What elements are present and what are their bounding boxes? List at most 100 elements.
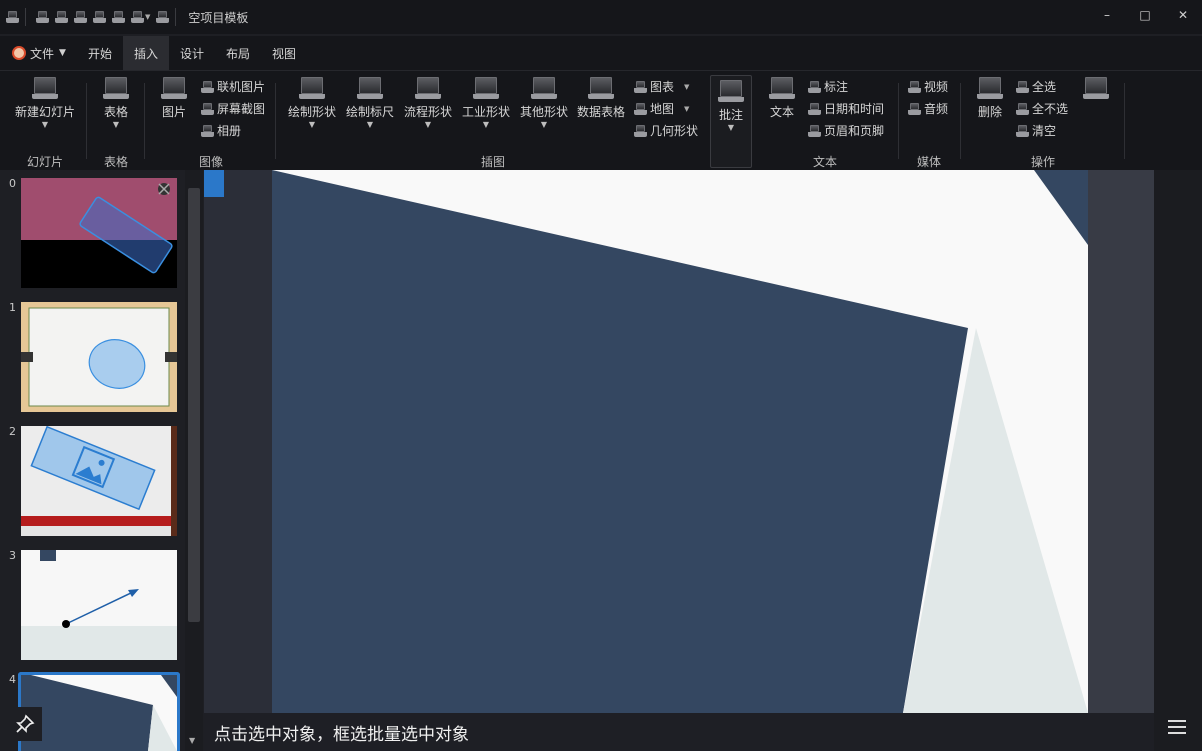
delete-icon	[977, 77, 1003, 99]
select-none-button[interactable]: 全不选	[1016, 100, 1068, 117]
select-none-label: 全不选	[1032, 102, 1069, 116]
slide-thumbnail-3[interactable]	[21, 550, 177, 660]
online-picture-icon	[201, 80, 214, 93]
online-picture-button[interactable]: 联机图片	[201, 78, 265, 95]
slide-editor[interactable]	[204, 170, 1154, 713]
slide-canvas[interactable]	[204, 170, 1154, 713]
quick-access-icon[interactable]	[131, 11, 144, 23]
draw-shape-label: 绘制形状	[287, 105, 336, 119]
chevron-down-icon: ▼	[112, 120, 120, 129]
flow-shape-button[interactable]: 流程形状 ▼	[402, 77, 454, 129]
file-menu-label: 文件	[30, 46, 55, 61]
draw-ruler-icon	[357, 77, 383, 99]
video-label: 视频	[924, 80, 949, 94]
new-slide-button[interactable]: 新建幻灯片 ▼	[12, 77, 78, 129]
picture-icon	[161, 77, 187, 99]
map-icon	[634, 102, 647, 115]
divider	[960, 83, 961, 159]
text-icon	[769, 77, 795, 99]
slide-number: 0	[9, 177, 16, 190]
slide-thumbnail-2[interactable]	[21, 426, 177, 536]
data-table-label: 数据表格	[576, 105, 625, 119]
album-button[interactable]: 相册	[201, 122, 241, 139]
slide-thumbnail-panel: 0 1 2 3 4 ▼	[0, 170, 204, 751]
hint-text: 点击选中对象，框选批量选中对象	[214, 724, 469, 745]
geometry-button[interactable]: 几何形状	[634, 122, 698, 139]
table-button[interactable]: 表格 ▼	[96, 77, 136, 129]
slide-number: 4	[9, 673, 16, 686]
map-button[interactable]: 地图 ▼	[634, 100, 689, 117]
slide-preview	[21, 302, 177, 412]
chevron-down-icon: ▼	[684, 104, 690, 113]
table-label: 表格	[103, 105, 128, 119]
slides-scrollbar[interactable]: ▼	[185, 170, 203, 751]
select-all-button[interactable]: 全选	[1016, 78, 1056, 95]
chevron-down-icon[interactable]: ▼	[145, 13, 150, 21]
close-button[interactable]: ✕	[1164, 0, 1202, 30]
hamburger-icon	[1168, 720, 1186, 734]
draw-ruler-button[interactable]: 绘制标尺 ▼	[344, 77, 396, 129]
delete-label: 删除	[977, 105, 1002, 119]
hamburger-menu-button[interactable]	[1160, 710, 1194, 744]
pin-icon	[16, 714, 35, 733]
data-table-button[interactable]: 数据表格	[575, 77, 627, 120]
tab-layout[interactable]: 布局	[215, 36, 261, 70]
divider	[25, 8, 26, 26]
divider	[275, 83, 276, 159]
select-all-label: 全选	[1032, 80, 1057, 94]
divider	[1124, 83, 1125, 159]
online-picture-label: 联机图片	[217, 80, 266, 94]
annotation-button[interactable]: 批注 ▼	[711, 80, 751, 132]
pin-button[interactable]	[8, 707, 42, 741]
picture-button[interactable]: 图片	[154, 77, 194, 120]
slide-thumbnail-1[interactable]	[21, 302, 177, 412]
screenshot-button[interactable]: 屏幕截图	[201, 100, 265, 117]
quick-access-icon[interactable]	[55, 11, 68, 23]
group-label-table: 表格	[103, 155, 128, 169]
table-icon	[103, 77, 129, 99]
quick-access-icon[interactable]	[112, 11, 125, 23]
scrollbar-thumb[interactable]	[188, 188, 200, 622]
clear-label: 清空	[1032, 124, 1057, 138]
audio-icon	[908, 102, 921, 115]
chart-label: 图表	[650, 80, 675, 94]
tab-view[interactable]: 视图	[261, 36, 307, 70]
tab-home[interactable]: 开始	[77, 36, 123, 70]
maximize-button[interactable]: □	[1126, 0, 1164, 30]
delete-button[interactable]: 删除	[974, 77, 1006, 120]
divider	[898, 83, 899, 159]
tab-insert[interactable]: 插入	[122, 36, 169, 70]
chart-button[interactable]: 图表 ▼	[634, 78, 689, 95]
picture-label: 图片	[161, 105, 186, 119]
header-footer-button[interactable]: 页眉和页脚	[808, 122, 884, 139]
screenshot-label: 屏幕截图	[217, 102, 266, 116]
select-none-icon	[1016, 102, 1029, 115]
hint-bar: 点击选中对象，框选批量选中对象	[204, 713, 1154, 751]
scroll-down-arrow-icon[interactable]: ▼	[189, 736, 195, 745]
new-slide-icon	[32, 77, 58, 99]
file-menu[interactable]: 文件 ▼	[8, 36, 77, 70]
annotation-label: 批注	[718, 108, 743, 122]
clear-button[interactable]: 清空	[1016, 122, 1056, 139]
slide-thumbnail-4[interactable]	[18, 672, 180, 751]
extra-operation-button[interactable]	[1082, 77, 1110, 103]
ribbon: 新建幻灯片 ▼ 幻灯片 表格 ▼ 表格 图片 联机图片 屏幕截图 相册 图像 绘…	[0, 70, 1202, 170]
datetime-button[interactable]: 日期和时间	[808, 100, 884, 117]
file-icon	[12, 46, 26, 60]
quick-access-icon[interactable]	[156, 11, 170, 23]
quick-access-icon[interactable]	[36, 11, 49, 23]
industrial-shape-button[interactable]: 工业形状 ▼	[460, 77, 512, 129]
draw-shape-button[interactable]: 绘制形状 ▼	[286, 77, 338, 129]
other-shape-button[interactable]: 其他形状 ▼	[518, 77, 570, 129]
video-button[interactable]: 视频	[908, 78, 948, 95]
quick-access-icon[interactable]	[74, 11, 87, 23]
slide-thumbnail-0[interactable]	[21, 178, 177, 288]
tab-design[interactable]: 设计	[169, 36, 215, 70]
slide-number: 3	[9, 549, 16, 562]
callout-button[interactable]: 标注	[808, 78, 848, 95]
audio-button[interactable]: 音频	[908, 100, 948, 117]
minimize-button[interactable]: –	[1088, 0, 1126, 30]
text-button[interactable]: 文本	[766, 77, 798, 120]
header-footer-label: 页眉和页脚	[824, 124, 885, 138]
quick-access-icon[interactable]	[93, 11, 106, 23]
